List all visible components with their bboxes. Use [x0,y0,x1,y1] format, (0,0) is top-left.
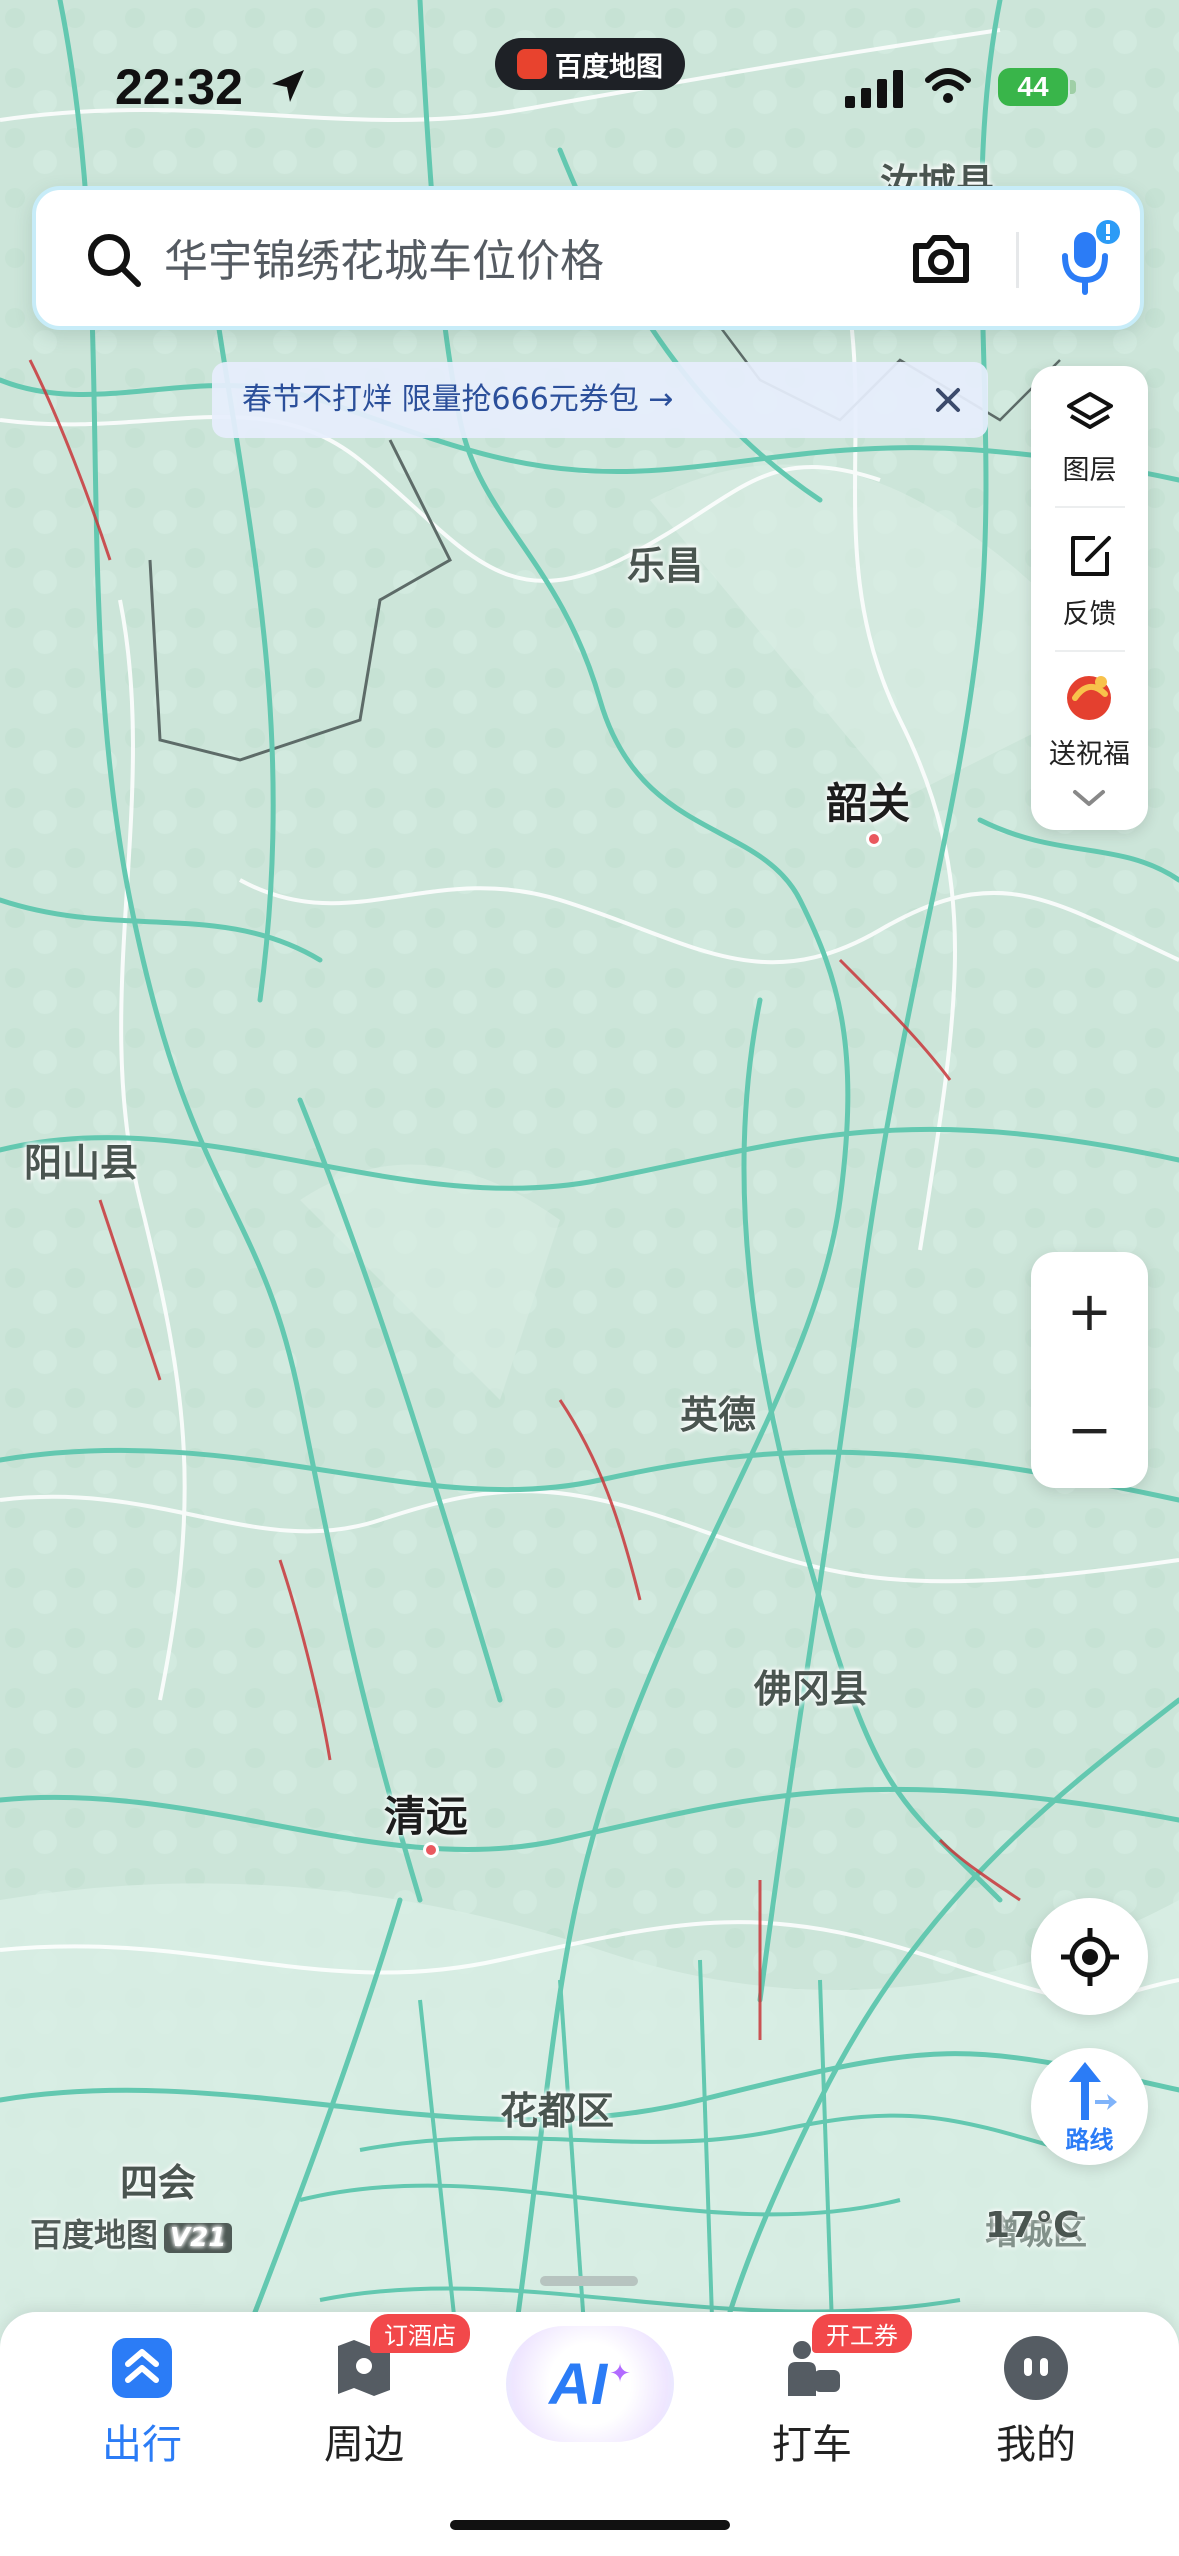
drawer-drag-handle[interactable] [540,2276,638,2286]
brand-name: 百度地图 [30,2216,159,2254]
home-indicator[interactable] [450,2520,730,2530]
map-label-yingde[interactable]: 英德 [680,1384,756,1439]
cellular-signal-icon [845,70,903,108]
ai-label: AI [549,2351,608,2417]
nav-tab-nearby[interactable]: 周边 订酒店 [264,2312,470,2512]
city-marker-shaoguan[interactable] [866,831,882,847]
nav-tab-travel[interactable]: 出行 [42,2312,242,2512]
camera-icon[interactable] [908,226,974,292]
app-pill-label: 百度地图 [555,51,663,83]
zoom-in-button[interactable]: + [1031,1252,1148,1370]
close-icon[interactable] [924,376,972,424]
nav-label-me: 我的 [996,2422,1076,2468]
blessing-button[interactable]: 送祝福 [1031,652,1148,792]
battery-icon: 44 [998,66,1078,108]
layers-label: 图层 [1062,455,1117,486]
locate-me-button[interactable] [1031,1898,1148,2015]
edit-icon [1071,536,1111,576]
promo-text[interactable]: 春节不打烊 限量抢666元券包 → [242,362,673,438]
travel-icon [112,2338,172,2398]
route-arrow-icon [1069,2062,1117,2120]
blessing-icon [1067,676,1111,720]
location-arrow-icon [272,70,304,102]
search-divider [1016,232,1019,288]
nav-tab-ai[interactable]: AI ✦ [490,2312,690,2512]
route-label: 路线 [1065,2126,1114,2154]
search-bar[interactable]: 华宇锦绣花城车位价格 [32,186,1144,330]
nav-tab-taxi[interactable]: 打车 开工券 [712,2312,912,2512]
nav-label-taxi: 打车 [772,2422,852,2468]
hotel-badge: 订酒店 [370,2314,470,2353]
chevron-down-icon[interactable] [1071,786,1107,810]
city-marker-qingyuan[interactable] [423,1842,439,1858]
weather-readout[interactable]: 17°C [985,2205,1080,2246]
map-watermark: 百度地图 V21 [30,2210,233,2256]
map-label-huadu[interactable]: 花都区 [500,2080,614,2135]
search-input[interactable]: 华宇锦绣花城车位价格 [164,230,604,294]
map-label-shaoguan[interactable]: 韶关 [826,770,910,831]
map-label-qingyuan[interactable]: 清远 [384,1783,468,1844]
baidu-maps-logo-icon [517,49,547,79]
profile-icon [1004,2336,1068,2400]
battery-level: 44 [998,68,1068,106]
zoom-out-button[interactable]: − [1031,1370,1148,1488]
wifi-icon [925,68,971,103]
crosshair-icon [1061,1928,1119,1986]
nav-label-nearby: 周边 [324,2422,404,2468]
promo-banner[interactable]: 春节不打烊 限量抢666元券包 → [212,362,988,438]
zoom-controls: + − [1031,1252,1148,1488]
map-label-lechang[interactable]: 乐昌 [627,535,703,590]
nav-tab-me[interactable]: 我的 [936,2312,1136,2512]
brand-version: V21 [164,2223,233,2253]
layers-icon [1067,392,1113,429]
feedback-label: 反馈 [1062,599,1117,630]
coupon-badge: 开工券 [812,2314,912,2353]
map-label-fogang[interactable]: 佛冈县 [754,1658,868,1713]
ai-button-bubble: AI ✦ [506,2326,674,2442]
layers-button[interactable]: 图层 [1031,366,1148,506]
status-time: 22:32 [115,59,243,115]
route-button[interactable]: 路线 [1031,2048,1148,2165]
search-icon[interactable] [82,228,146,292]
app-indicator-pill: 百度地图 [495,38,685,90]
feedback-button[interactable]: 反馈 [1031,508,1148,648]
map-label-sihui[interactable]: 四会 [120,2152,196,2207]
map-tools-panel: 图层 反馈 送祝福 [1031,366,1148,830]
nav-label-travel: 出行 [102,2422,182,2468]
microphone-icon[interactable] [1054,218,1120,298]
blessing-label: 送祝福 [1049,739,1130,770]
map-screen: 汝城县 乐昌 韶关 阳山县 英德 佛冈县 清远 花都区 四会 增城区 百度地图 V… [0,0,1179,2556]
map-label-yangshan[interactable]: 阳山县 [24,1132,138,1187]
sparkle-icon: ✦ [609,2359,631,2389]
